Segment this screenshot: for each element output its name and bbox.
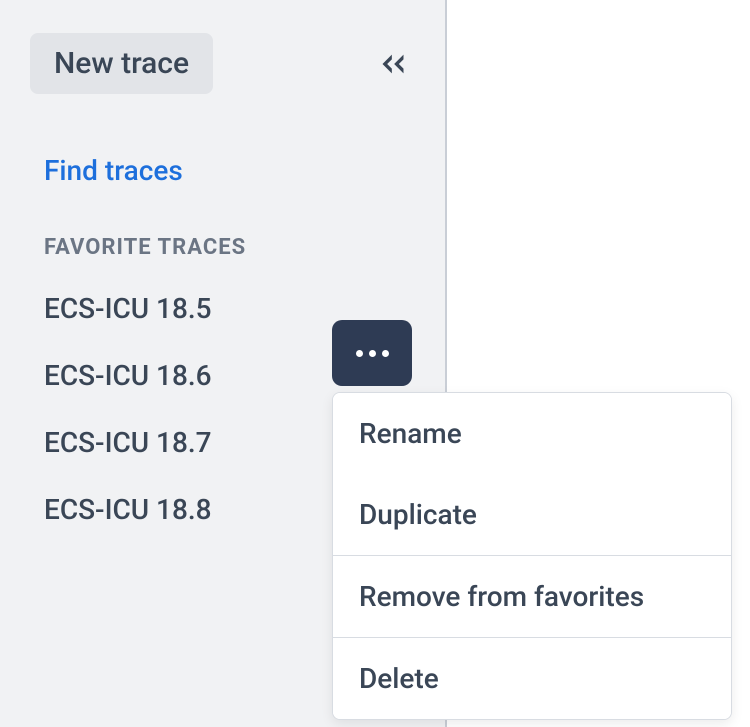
ellipsis-icon: [382, 350, 389, 357]
chevron-double-left-icon: [379, 52, 407, 76]
trace-name: ECS-ICU 18.5: [44, 292, 212, 325]
favorite-traces-header: Favorite Traces: [30, 235, 415, 260]
ellipsis-icon: [369, 350, 376, 357]
sidebar-header: New trace: [30, 33, 415, 94]
more-options-button[interactable]: [332, 320, 412, 386]
menu-item-rename[interactable]: Rename: [333, 393, 731, 474]
trace-name: ECS-ICU 18.8: [44, 493, 212, 526]
context-menu: Rename Duplicate Remove from favorites D…: [332, 392, 732, 720]
menu-item-remove-favorite[interactable]: Remove from favorites: [333, 556, 731, 637]
find-traces-link[interactable]: Find traces: [30, 154, 415, 187]
trace-name: ECS-ICU 18.7: [44, 426, 212, 459]
menu-item-delete[interactable]: Delete: [333, 638, 731, 719]
trace-name: ECS-ICU 18.6: [44, 359, 212, 392]
collapse-sidebar-button[interactable]: [371, 44, 415, 84]
ellipsis-icon: [356, 350, 363, 357]
menu-item-duplicate[interactable]: Duplicate: [333, 474, 731, 555]
new-trace-button[interactable]: New trace: [30, 33, 213, 94]
